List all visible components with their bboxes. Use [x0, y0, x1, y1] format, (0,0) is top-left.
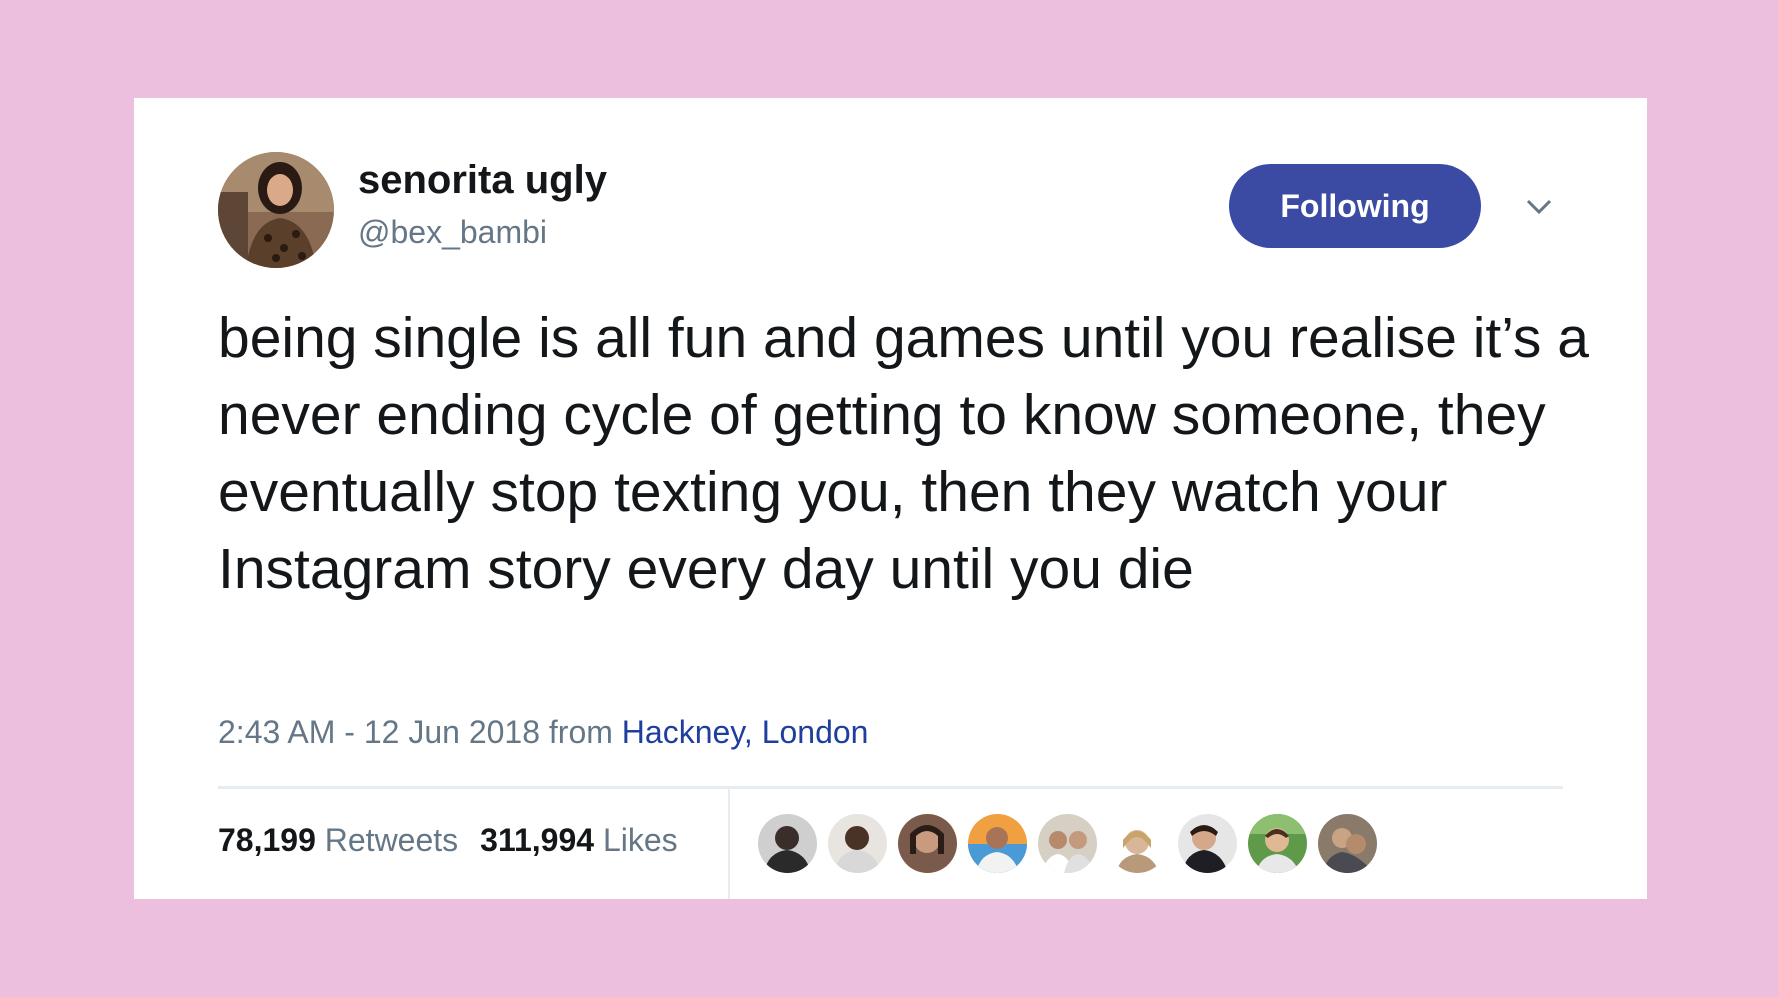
liker-avatar[interactable]	[968, 814, 1027, 873]
retweets-stat[interactable]: 78,199 Retweets	[218, 822, 458, 858]
tweet-metadata: 2:43 AM - 12 Jun 2018 from Hackney, Lond…	[218, 714, 868, 751]
likes-stat[interactable]: 311,994 Likes	[480, 822, 678, 858]
liker-avatar[interactable]	[1318, 814, 1377, 873]
location-link[interactable]: Hackney, London	[622, 714, 869, 750]
tweet-stats: 78,199 Retweets 311,994 Likes	[218, 822, 678, 859]
retweets-label: Retweets	[324, 822, 459, 858]
liker-avatar[interactable]	[1178, 814, 1237, 873]
tweet-card: senorita ugly @bex_bambi Following being…	[134, 98, 1647, 899]
liker-avatar[interactable]	[898, 814, 957, 873]
tweet-text: being single is all fun and games until …	[218, 306, 1589, 601]
liker-avatar[interactable]	[758, 814, 817, 873]
liker-avatars	[758, 814, 1377, 873]
likes-count: 311,994	[480, 822, 595, 858]
display-name[interactable]: senorita ugly	[358, 158, 607, 203]
following-button[interactable]: Following	[1229, 164, 1481, 248]
liker-avatar[interactable]	[1248, 814, 1307, 873]
liker-avatar[interactable]	[828, 814, 887, 873]
retweets-count: 78,199	[218, 822, 316, 858]
user-handle[interactable]: @bex_bambi	[358, 214, 547, 251]
stats-divider	[728, 789, 730, 899]
likes-label: Likes	[602, 822, 678, 858]
liker-avatar[interactable]	[1108, 814, 1167, 873]
timestamp[interactable]: 2:43 AM - 12 Jun 2018	[218, 714, 540, 750]
liker-avatar[interactable]	[1038, 814, 1097, 873]
chevron-down-icon[interactable]	[1524, 194, 1554, 218]
divider	[218, 786, 1563, 789]
profile-avatar[interactable]	[218, 152, 334, 268]
from-label: from	[548, 714, 613, 750]
